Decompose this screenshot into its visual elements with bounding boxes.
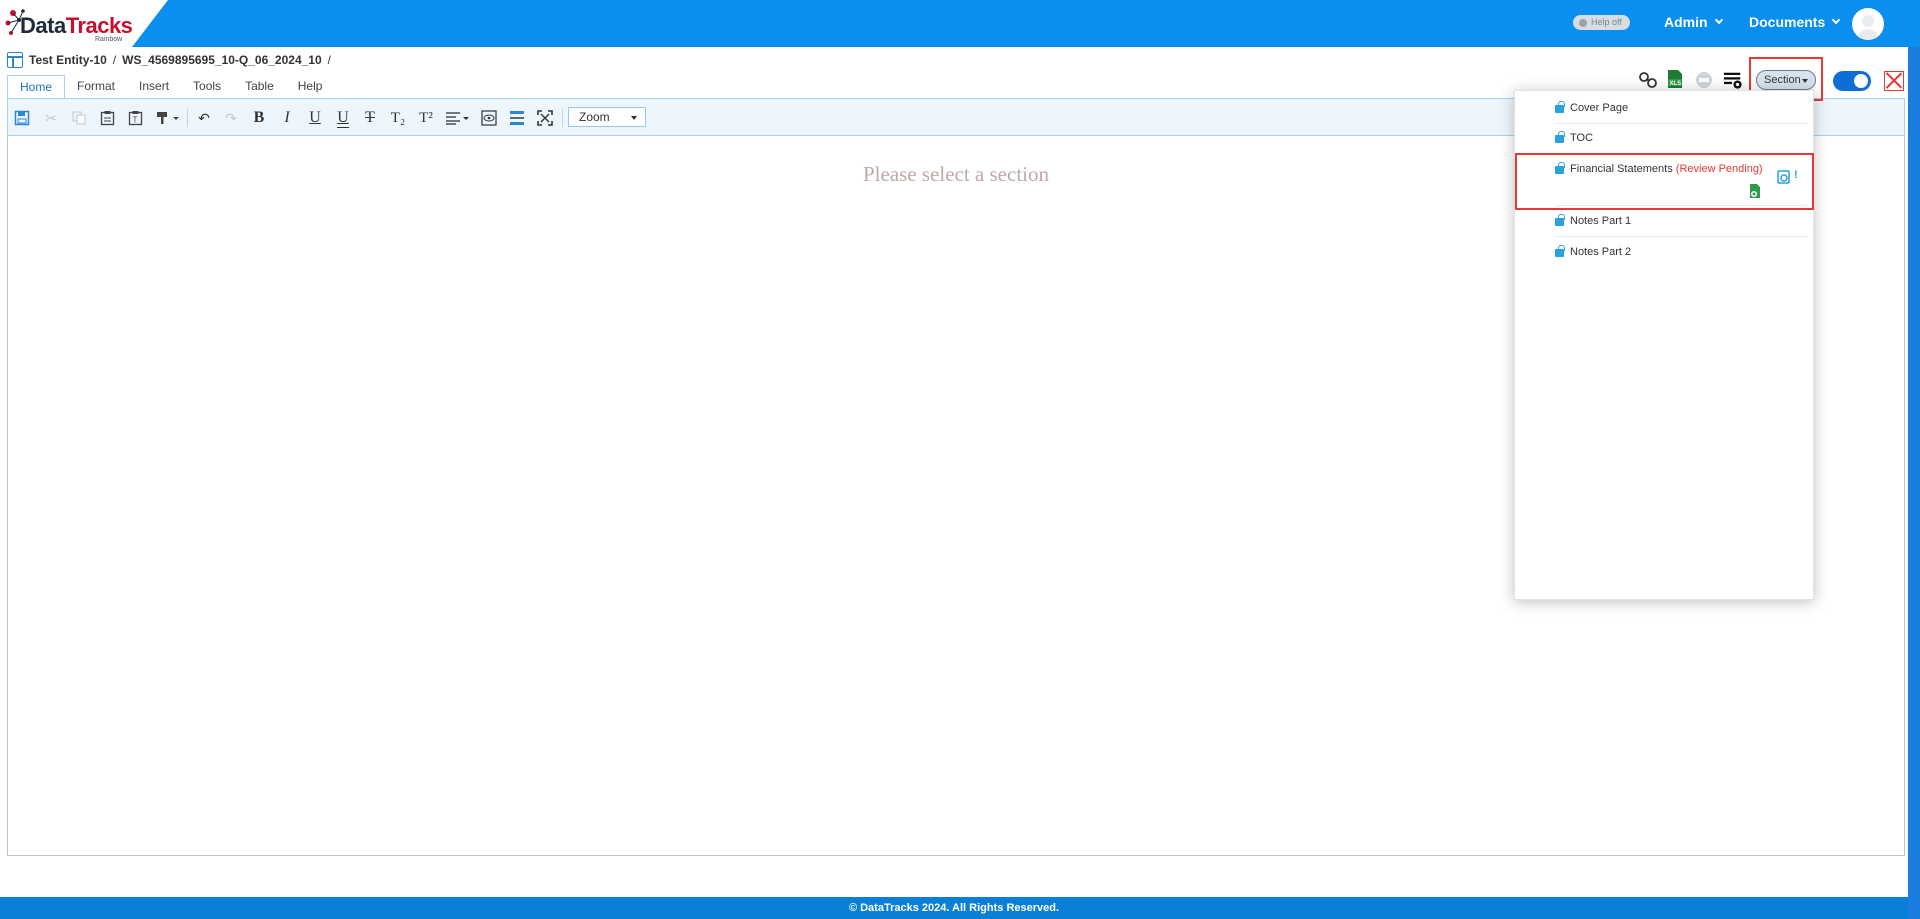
unlock-icon [1555, 101, 1565, 113]
breadcrumb-separator: / [327, 53, 331, 67]
breadcrumb: Test Entity-10 / WS_4569895695_10-Q_06_2… [7, 51, 331, 69]
paste-icon [100, 111, 114, 126]
underline-button[interactable]: U [305, 108, 325, 128]
section-item-label: Cover Page [1570, 102, 1629, 114]
strikethrough-icon: T [365, 109, 375, 126]
help-toggle-knob [1579, 18, 1587, 27]
underline-icon: U [309, 109, 321, 126]
footer-copyright: © DataTracks 2024. All Rights Reserved. [848, 902, 1060, 914]
italic-button[interactable]: I [277, 108, 297, 128]
save-button[interactable] [12, 108, 32, 128]
section-item-label: Notes Part 2 [1570, 246, 1632, 258]
double-underline-button[interactable]: U [333, 108, 353, 128]
redo-icon: ↷ [225, 109, 237, 126]
unlock-icon [1555, 245, 1565, 257]
double-underline-icon: U [337, 108, 349, 128]
tab-format[interactable]: Format [65, 75, 127, 99]
section-item-toc[interactable]: TOC [1555, 131, 1805, 144]
chevron-down-icon [1714, 15, 1723, 25]
page-break-button[interactable] [507, 108, 527, 128]
subscript-button[interactable]: T₂ [388, 108, 408, 128]
zoom-label: Zoom [579, 110, 610, 124]
logo[interactable]: DataTracks Rainbow [0, 0, 168, 47]
unlock-icon [1555, 131, 1565, 143]
eye-icon [481, 110, 497, 126]
admin-menu[interactable]: Admin [1664, 14, 1723, 30]
cut-button[interactable]: ✂ [41, 108, 61, 128]
breadcrumb-document[interactable]: WS_4569895695_10-Q_06_2024_10 [122, 53, 322, 67]
page-break-icon [510, 111, 524, 125]
menu-tabs: Home Format Insert Tools Table Help [7, 75, 334, 99]
avatar-head-shape [1862, 15, 1874, 27]
toolbar-divider [187, 109, 188, 127]
top-bar: DataTracks Rainbow Help off Admin Docume… [0, 0, 1920, 47]
user-avatar[interactable] [1852, 8, 1884, 40]
section-divider [1555, 236, 1807, 237]
section-divider [1555, 123, 1807, 124]
section-item-label: Notes Part 1 [1570, 215, 1632, 227]
expand-icon [537, 110, 553, 126]
paint-brush-icon [157, 112, 179, 124]
chevron-down-icon [1831, 15, 1841, 25]
zoom-dropdown[interactable]: Zoom [568, 107, 646, 127]
view-toggle-switch[interactable] [1833, 71, 1871, 91]
save-icon [14, 110, 30, 126]
section-item-notes-part-2[interactable]: Notes Part 2 [1555, 245, 1805, 258]
avatar-body-shape [1857, 29, 1879, 40]
link-icon[interactable] [1638, 70, 1658, 90]
excel-export-icon[interactable]: XLS [1665, 69, 1685, 89]
redo-button[interactable]: ↷ [221, 108, 241, 128]
format-painter-button[interactable] [154, 108, 182, 128]
paste-button[interactable] [97, 108, 117, 128]
undo-icon: ↶ [198, 109, 210, 126]
breadcrumb-entity[interactable]: Test Entity-10 [29, 53, 107, 67]
svg-text:T: T [132, 116, 137, 125]
toggle-knob [1854, 74, 1868, 88]
tab-home[interactable]: Home [7, 75, 66, 99]
documents-menu-label: Documents [1749, 14, 1826, 30]
section-item-label: TOC [1570, 132, 1594, 144]
paste-text-icon: T [128, 111, 142, 126]
align-left-icon [446, 112, 469, 125]
help-toggle[interactable]: Help off [1573, 15, 1630, 30]
copy-icon [72, 111, 86, 125]
tab-tools[interactable]: Tools [181, 75, 233, 99]
tab-insert[interactable]: Insert [127, 75, 181, 99]
document-layout-icon [7, 52, 23, 68]
list-settings-icon[interactable] [1723, 70, 1743, 90]
superscript-icon: T² [419, 109, 433, 126]
italic-icon: I [284, 109, 290, 126]
documents-menu[interactable]: Documents [1749, 14, 1841, 30]
section-item-notes-part-1[interactable]: Notes Part 1 [1555, 214, 1805, 227]
logo-subtitle: Rainbow [95, 36, 123, 43]
section-item-cover-page[interactable]: Cover Page [1555, 101, 1805, 114]
disabled-action-icon[interactable] [1694, 70, 1714, 90]
tab-help[interactable]: Help [286, 75, 335, 99]
svg-text:XLS: XLS [1670, 81, 1682, 87]
subscript-icon: T₂ [390, 109, 406, 126]
copy-button[interactable] [69, 108, 89, 128]
toolbar-divider [562, 109, 563, 127]
bold-button[interactable]: B [249, 108, 269, 128]
admin-menu-label: Admin [1664, 14, 1708, 30]
page: DataTracks Rainbow Help off Admin Docume… [0, 0, 1920, 919]
page-scrollbar[interactable] [1908, 47, 1920, 919]
close-icon[interactable] [1884, 71, 1904, 91]
unlock-icon [1555, 214, 1565, 226]
highlight-box-financial-statements [1515, 153, 1814, 210]
tab-table[interactable]: Table [233, 75, 286, 99]
paste-special-button[interactable]: T [125, 108, 145, 128]
help-toggle-label: Help off [1591, 17, 1622, 27]
breadcrumb-separator: / [112, 53, 117, 67]
superscript-button[interactable]: T² [416, 108, 436, 128]
fullscreen-button[interactable] [535, 108, 555, 128]
caret-down-icon [631, 116, 637, 120]
bold-icon: B [253, 109, 265, 126]
scissors-icon: ✂ [45, 109, 57, 126]
preview-button[interactable] [479, 108, 499, 128]
strikethrough-button[interactable]: T [360, 108, 380, 128]
footer: © DataTracks 2024. All Rights Reserved. [0, 897, 1908, 919]
align-dropdown-button[interactable] [445, 108, 471, 128]
undo-button[interactable]: ↶ [194, 108, 214, 128]
